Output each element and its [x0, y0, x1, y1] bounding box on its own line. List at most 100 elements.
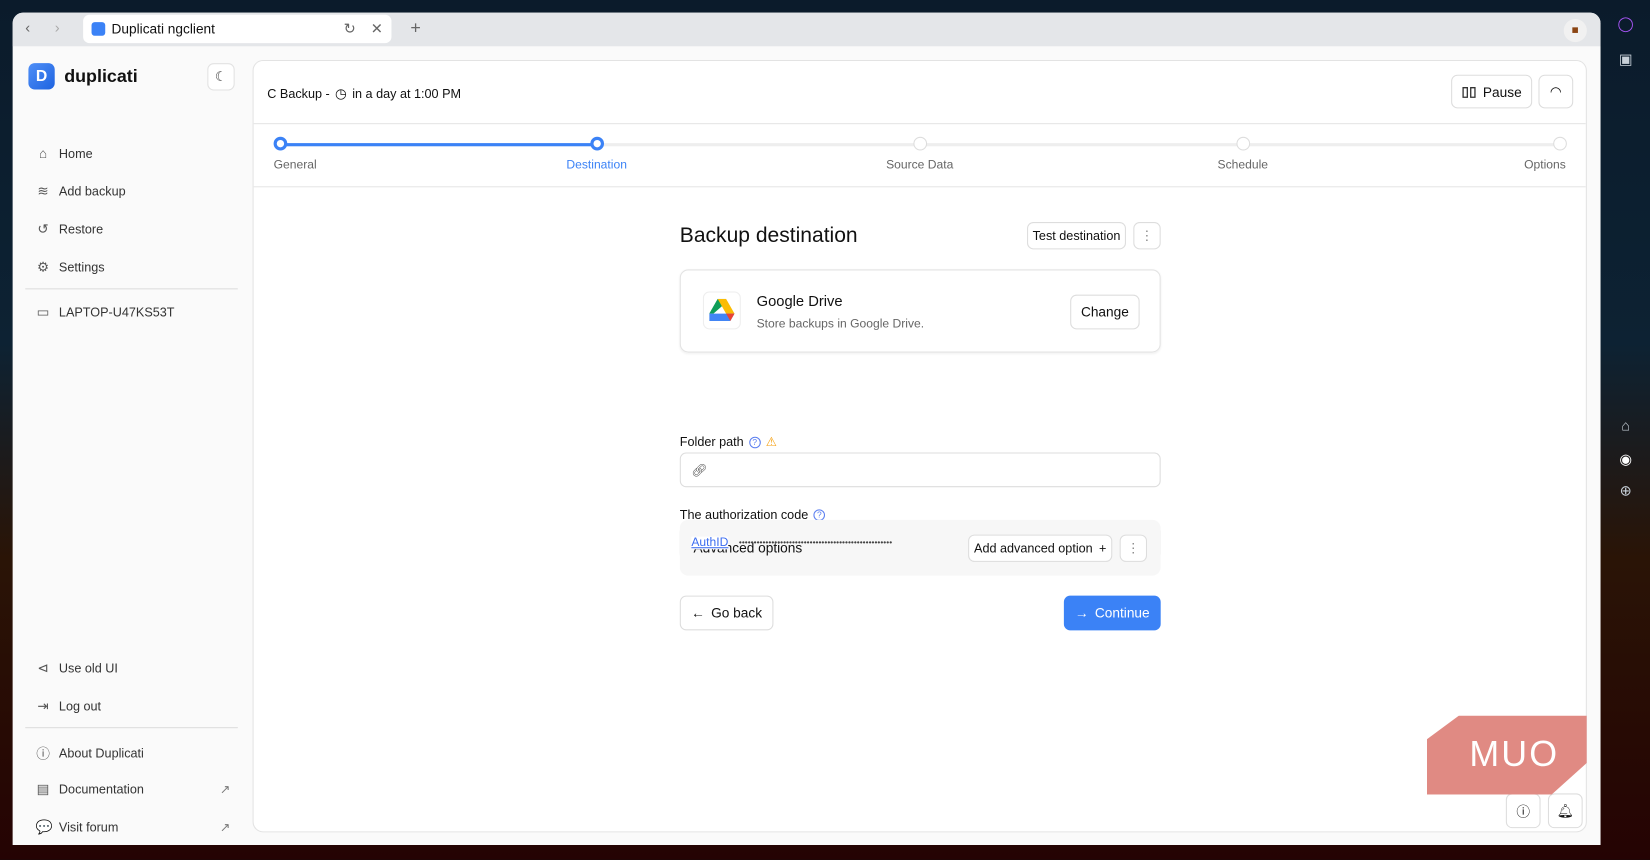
step-dot-options[interactable]: [1553, 136, 1567, 151]
sidebar-item-machine[interactable]: ▭ LAPTOP-U47KS53T: [36, 304, 231, 321]
label: Change: [1080, 304, 1129, 320]
arrow-left-icon: ←: [691, 605, 705, 621]
test-destination-button[interactable]: Test destination: [1027, 222, 1126, 250]
favicon-icon: [91, 22, 106, 36]
tab-bar: ‹ › Duplicati ngclient ↻ ✕ + ■: [12, 12, 1601, 47]
record-icon[interactable]: ◉: [1615, 450, 1636, 468]
back-icon[interactable]: ‹: [25, 19, 30, 36]
sidebar-item-forum[interactable]: 💬 Visit forum ↗: [36, 819, 231, 836]
theme-toggle-button[interactable]: ☾: [207, 63, 235, 91]
assistant-icon[interactable]: ◯: [1615, 15, 1636, 33]
info-icon: ⓘ: [36, 746, 50, 762]
section-title: Backup destination: [679, 224, 858, 248]
schedule-text: in a day at 1:00 PM: [352, 86, 462, 102]
chat-icon: 💬: [35, 818, 53, 835]
throttle-button[interactable]: ◠: [1538, 74, 1574, 109]
new-tab-icon[interactable]: +: [410, 18, 420, 39]
logo[interactable]: Dduplicati: [28, 63, 138, 90]
step-progress: [279, 143, 597, 147]
notifications-button[interactable]: 🔔︎: [1547, 793, 1583, 829]
browser-tab[interactable]: Duplicati ngclient ↻ ✕: [83, 14, 392, 44]
briefcase-icon[interactable]: ■: [1563, 18, 1587, 43]
muo-watermark: MUO: [1426, 715, 1587, 795]
arrow-right-icon: →: [1074, 605, 1089, 621]
sidebar-item-settings[interactable]: ⚙ Settings: [36, 259, 231, 276]
sidebar-item-home[interactable]: ⌂ Home: [36, 145, 231, 161]
sidebar-item-about[interactable]: ⓘ About Duplicati: [36, 743, 231, 763]
step-dot-general[interactable]: [273, 136, 288, 151]
gift-icon[interactable]: ▣: [1615, 51, 1636, 69]
reload-icon[interactable]: ↻: [344, 20, 356, 38]
home-icon: ⌂: [39, 145, 48, 162]
backup-name: C Backup -: [267, 86, 330, 102]
help-icon[interactable]: ?: [748, 436, 761, 448]
divider: [25, 288, 238, 290]
advanced-options: Advanced options Add advanced option + ⋮: [679, 519, 1161, 576]
label: Restore: [58, 222, 104, 237]
os-side-rail: ◯ ▣ ⌂ ◉ ⊕: [1601, 0, 1650, 860]
label: Continue: [1094, 605, 1150, 621]
provider-name: Google Drive: [756, 292, 843, 310]
close-icon[interactable]: ✕: [371, 20, 383, 38]
gear-icon: ⚙: [37, 258, 50, 275]
continue-button[interactable]: → Continue: [1063, 595, 1161, 631]
link-icon: 🔗︎: [691, 462, 708, 478]
info-button[interactable]: ⓘ: [1505, 793, 1541, 829]
sidebar-item-use-old-ui[interactable]: ⊲ Use old UI: [36, 660, 231, 677]
duplicati-logo-icon: D: [28, 63, 55, 90]
tab-title: Duplicati ngclient: [111, 21, 215, 37]
old-ui-icon: ⊲: [37, 659, 49, 676]
label: Test destination: [1032, 228, 1121, 244]
folder-path-input[interactable]: 🔗︎: [679, 452, 1161, 488]
help-icon[interactable]: ?: [813, 508, 826, 521]
go-back-button[interactable]: ← Go back: [679, 595, 774, 631]
step-dot-source-data[interactable]: [913, 136, 928, 151]
home-icon[interactable]: ⌂: [1615, 417, 1636, 434]
pause-button[interactable]: ▯▯ Pause: [1451, 74, 1533, 109]
authid-link[interactable]: AuthID: [691, 536, 729, 549]
browser-window: ‹ › Duplicati ngclient ↻ ✕ + ■ Dduplicat…: [12, 12, 1601, 845]
divider: [25, 727, 238, 729]
step-label[interactable]: Destination: [566, 159, 627, 172]
logout-icon: ⇥: [37, 697, 49, 714]
add-icon[interactable]: ⊕: [1615, 482, 1636, 500]
gauge-icon: ◠: [1549, 83, 1562, 99]
forward-icon[interactable]: ›: [55, 19, 60, 36]
stepper: General Destination Source Data Schedule Opt…: [253, 124, 1586, 188]
label: Documentation: [58, 781, 144, 797]
pause-label: Pause: [1482, 83, 1522, 100]
google-drive-icon: [702, 291, 741, 330]
label: Settings: [58, 259, 105, 275]
step-label[interactable]: Schedule: [1218, 159, 1268, 172]
label: Home: [58, 145, 93, 161]
folder-path-label: Folder path? ⚠: [680, 435, 777, 450]
sidebar-item-documentation[interactable]: ▤ Documentation ↗: [36, 781, 231, 798]
kebab-icon: ⋮: [1140, 227, 1154, 244]
change-button[interactable]: Change: [1070, 294, 1140, 330]
bell-icon: 🔔︎: [1556, 802, 1574, 819]
step-label[interactable]: Options: [1524, 159, 1566, 172]
moon-icon: ☾: [214, 68, 228, 85]
warning-icon: ⚠: [765, 434, 778, 450]
provider-card: Google Drive Store backups in Google Dri…: [679, 269, 1161, 353]
brand-name: duplicati: [64, 65, 138, 86]
sidebar-item-log-out[interactable]: ⇥ Log out: [36, 698, 231, 715]
clock-icon: ◷: [335, 85, 347, 102]
label: Folder path: [679, 434, 744, 450]
label: Go back: [711, 605, 763, 621]
step-dot-schedule[interactable]: [1236, 136, 1251, 151]
sidebar-item-restore[interactable]: ↺ Restore: [36, 221, 231, 238]
info-icon: ⓘ: [1516, 803, 1531, 820]
document-icon: ▤: [36, 780, 50, 797]
history-icon: ↺: [37, 220, 49, 237]
external-link-icon: ↗: [219, 819, 231, 835]
step-label[interactable]: General: [274, 159, 317, 172]
more-options-button[interactable]: ⋮: [1133, 222, 1161, 250]
kebab-icon: ⋮: [1126, 539, 1141, 556]
sidebar-item-add-backup[interactable]: ≋ Add backup: [36, 183, 231, 200]
step-label[interactable]: Source Data: [886, 159, 953, 172]
step-dot-destination[interactable]: [590, 136, 605, 151]
pause-icon: ▯▯: [1461, 83, 1477, 99]
label: Log out: [58, 698, 102, 714]
value: ••••••••••••••••••••••••••••••••••••••••…: [738, 537, 893, 548]
